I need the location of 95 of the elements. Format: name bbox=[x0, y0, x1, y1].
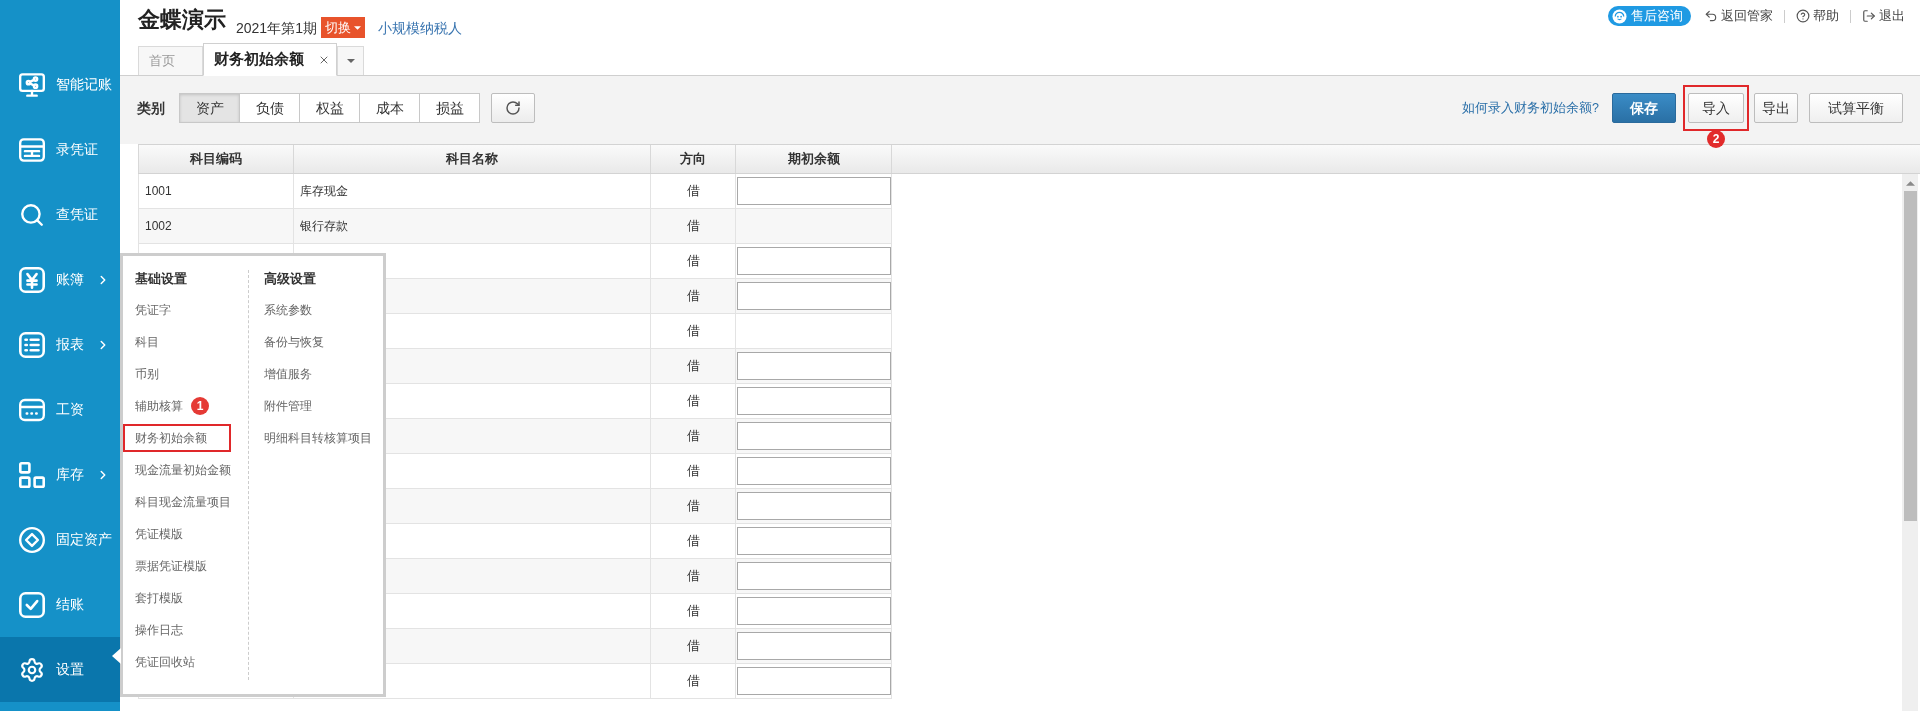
sidebar-item[interactable]: 账簿 bbox=[0, 247, 120, 312]
step-badge: 2 bbox=[1707, 130, 1725, 148]
search-icon bbox=[19, 201, 45, 228]
scroll-up-icon[interactable] bbox=[1905, 181, 1915, 186]
refresh-icon bbox=[505, 100, 521, 116]
menu-item[interactable]: 增值服务 bbox=[264, 365, 312, 383]
menu-item[interactable]: 套打模版 bbox=[135, 589, 183, 607]
checkbox-icon bbox=[19, 591, 45, 618]
squares-icon bbox=[19, 461, 45, 488]
menu-item[interactable]: 凭证字 bbox=[135, 301, 171, 319]
category-label: 类别 bbox=[137, 98, 165, 118]
toolbar-button[interactable]: 试算平衡 bbox=[1809, 93, 1903, 123]
taxpayer-link[interactable]: 小规模纳税人 bbox=[377, 17, 462, 38]
category-tab[interactable]: 资产 bbox=[179, 93, 240, 123]
table-cell-text: 借 bbox=[686, 252, 700, 271]
menu-item[interactable]: 系统参数 bbox=[264, 301, 312, 319]
tab[interactable]: 财务初始余额 bbox=[203, 43, 337, 76]
sidebar-item[interactable]: 库存 bbox=[0, 442, 120, 507]
logout-icon bbox=[1862, 9, 1876, 23]
menu-item[interactable]: 科目现金流量项目 bbox=[135, 493, 231, 511]
toolbar-button[interactable]: 保存 bbox=[1612, 93, 1676, 123]
sidebar-item[interactable]: 设置 bbox=[0, 637, 120, 702]
sidebar-item[interactable]: 固定资产 bbox=[0, 507, 120, 572]
refresh-button[interactable] bbox=[491, 93, 535, 123]
sidebar-item[interactable]: 录凭证 bbox=[0, 117, 120, 182]
table-cell-text: 借 bbox=[686, 392, 700, 411]
diamond-circle-icon bbox=[19, 526, 45, 553]
sidebar-item[interactable]: 报表 bbox=[0, 312, 120, 377]
column-header: 科目名称 bbox=[294, 145, 651, 173]
menu-item[interactable]: 明细科目转核算项目 bbox=[264, 429, 372, 447]
monitor-icon bbox=[19, 71, 45, 98]
sidebar-item[interactable]: 查凭证 bbox=[0, 182, 120, 247]
menu-item[interactable]: 凭证回收站 bbox=[135, 653, 195, 671]
menu-item[interactable]: 备份与恢复 bbox=[264, 333, 324, 351]
column-header: 科目编码 bbox=[138, 145, 294, 173]
toolbar-button[interactable]: 导出 bbox=[1754, 93, 1798, 123]
caret-down-icon bbox=[353, 25, 361, 30]
column-header: 期初余额 bbox=[736, 145, 892, 173]
scrollbar-thumb[interactable] bbox=[1903, 191, 1917, 521]
back-link[interactable]: 返回管家 bbox=[1704, 6, 1773, 26]
table-cell-text: 1002 bbox=[144, 218, 172, 235]
caret-down-icon bbox=[346, 59, 355, 63]
table-cell-text: 1001 bbox=[144, 183, 172, 200]
menu-item[interactable]: 财务初始余额 bbox=[123, 424, 231, 452]
menu-heading: 基础设置 bbox=[135, 270, 188, 289]
table-cell-text: 借 bbox=[686, 567, 700, 586]
sidebar-item[interactable]: 工资 bbox=[0, 377, 120, 442]
help-icon bbox=[1796, 9, 1810, 23]
table-cell-text: 借 bbox=[686, 287, 700, 306]
menu-item[interactable]: 币别 bbox=[135, 365, 159, 383]
period-label: 2021年第1期 bbox=[236, 18, 317, 38]
category-tab[interactable]: 成本 bbox=[359, 93, 420, 123]
menu-item[interactable]: 现金流量初始金额 bbox=[135, 461, 231, 479]
toolbar-button[interactable]: 导入 bbox=[1688, 93, 1744, 123]
menu-item[interactable]: 票据凭证模版 bbox=[135, 557, 207, 575]
table-cell-text: 借 bbox=[686, 322, 700, 341]
table-cell-text: 借 bbox=[686, 217, 700, 236]
menu-item[interactable]: 辅助核算 bbox=[135, 397, 183, 415]
table-cell-text: 借 bbox=[686, 672, 700, 691]
menu-item[interactable]: 凭证模版 bbox=[135, 525, 183, 543]
sidebar-item[interactable]: 智能记账 bbox=[0, 52, 120, 117]
tab-menu-button[interactable] bbox=[337, 46, 364, 75]
column-header: 方向 bbox=[651, 145, 736, 173]
table-cell-text: 借 bbox=[686, 532, 700, 551]
category-tab[interactable]: 权益 bbox=[299, 93, 360, 123]
sidebar-item[interactable]: 结账 bbox=[0, 572, 120, 637]
menu-heading: 高级设置 bbox=[264, 270, 317, 289]
category-tab[interactable]: 损益 bbox=[419, 93, 480, 123]
table-icon bbox=[19, 136, 45, 163]
help-link[interactable]: 帮助 bbox=[1796, 6, 1839, 26]
yen-icon bbox=[19, 266, 45, 293]
table-cell-text: 借 bbox=[686, 462, 700, 481]
table-cell-text: 借 bbox=[686, 427, 700, 446]
scrollbar[interactable] bbox=[1902, 174, 1918, 711]
menu-item[interactable]: 操作日志 bbox=[135, 621, 183, 639]
table-cell-text: 借 bbox=[686, 637, 700, 656]
table-cell-text: 借 bbox=[686, 182, 700, 201]
headset-icon bbox=[1612, 8, 1627, 24]
switch-button[interactable]: 切换 bbox=[320, 17, 365, 38]
settings-icon bbox=[19, 656, 45, 683]
table-cell-text: 借 bbox=[686, 602, 700, 621]
step-badge: 1 bbox=[191, 397, 209, 415]
app-title: 金蝶演示 bbox=[138, 6, 226, 34]
table-cell-text: 借 bbox=[686, 357, 700, 376]
calendar-icon bbox=[19, 396, 45, 423]
category-tab[interactable]: 负债 bbox=[239, 93, 300, 123]
table-cell-text: 借 bbox=[686, 497, 700, 516]
help-link[interactable]: 如何录入财务初始余额? bbox=[1462, 98, 1599, 118]
table-cell-text: 库存现金 bbox=[299, 183, 348, 200]
menu-item[interactable]: 附件管理 bbox=[264, 397, 312, 415]
menu-item[interactable]: 科目 bbox=[135, 333, 159, 351]
logout-link[interactable]: 退出 bbox=[1862, 6, 1905, 26]
list-icon bbox=[19, 331, 45, 358]
undo-arrow-icon bbox=[1704, 9, 1718, 23]
table-cell-text: 银行存款 bbox=[299, 218, 348, 235]
